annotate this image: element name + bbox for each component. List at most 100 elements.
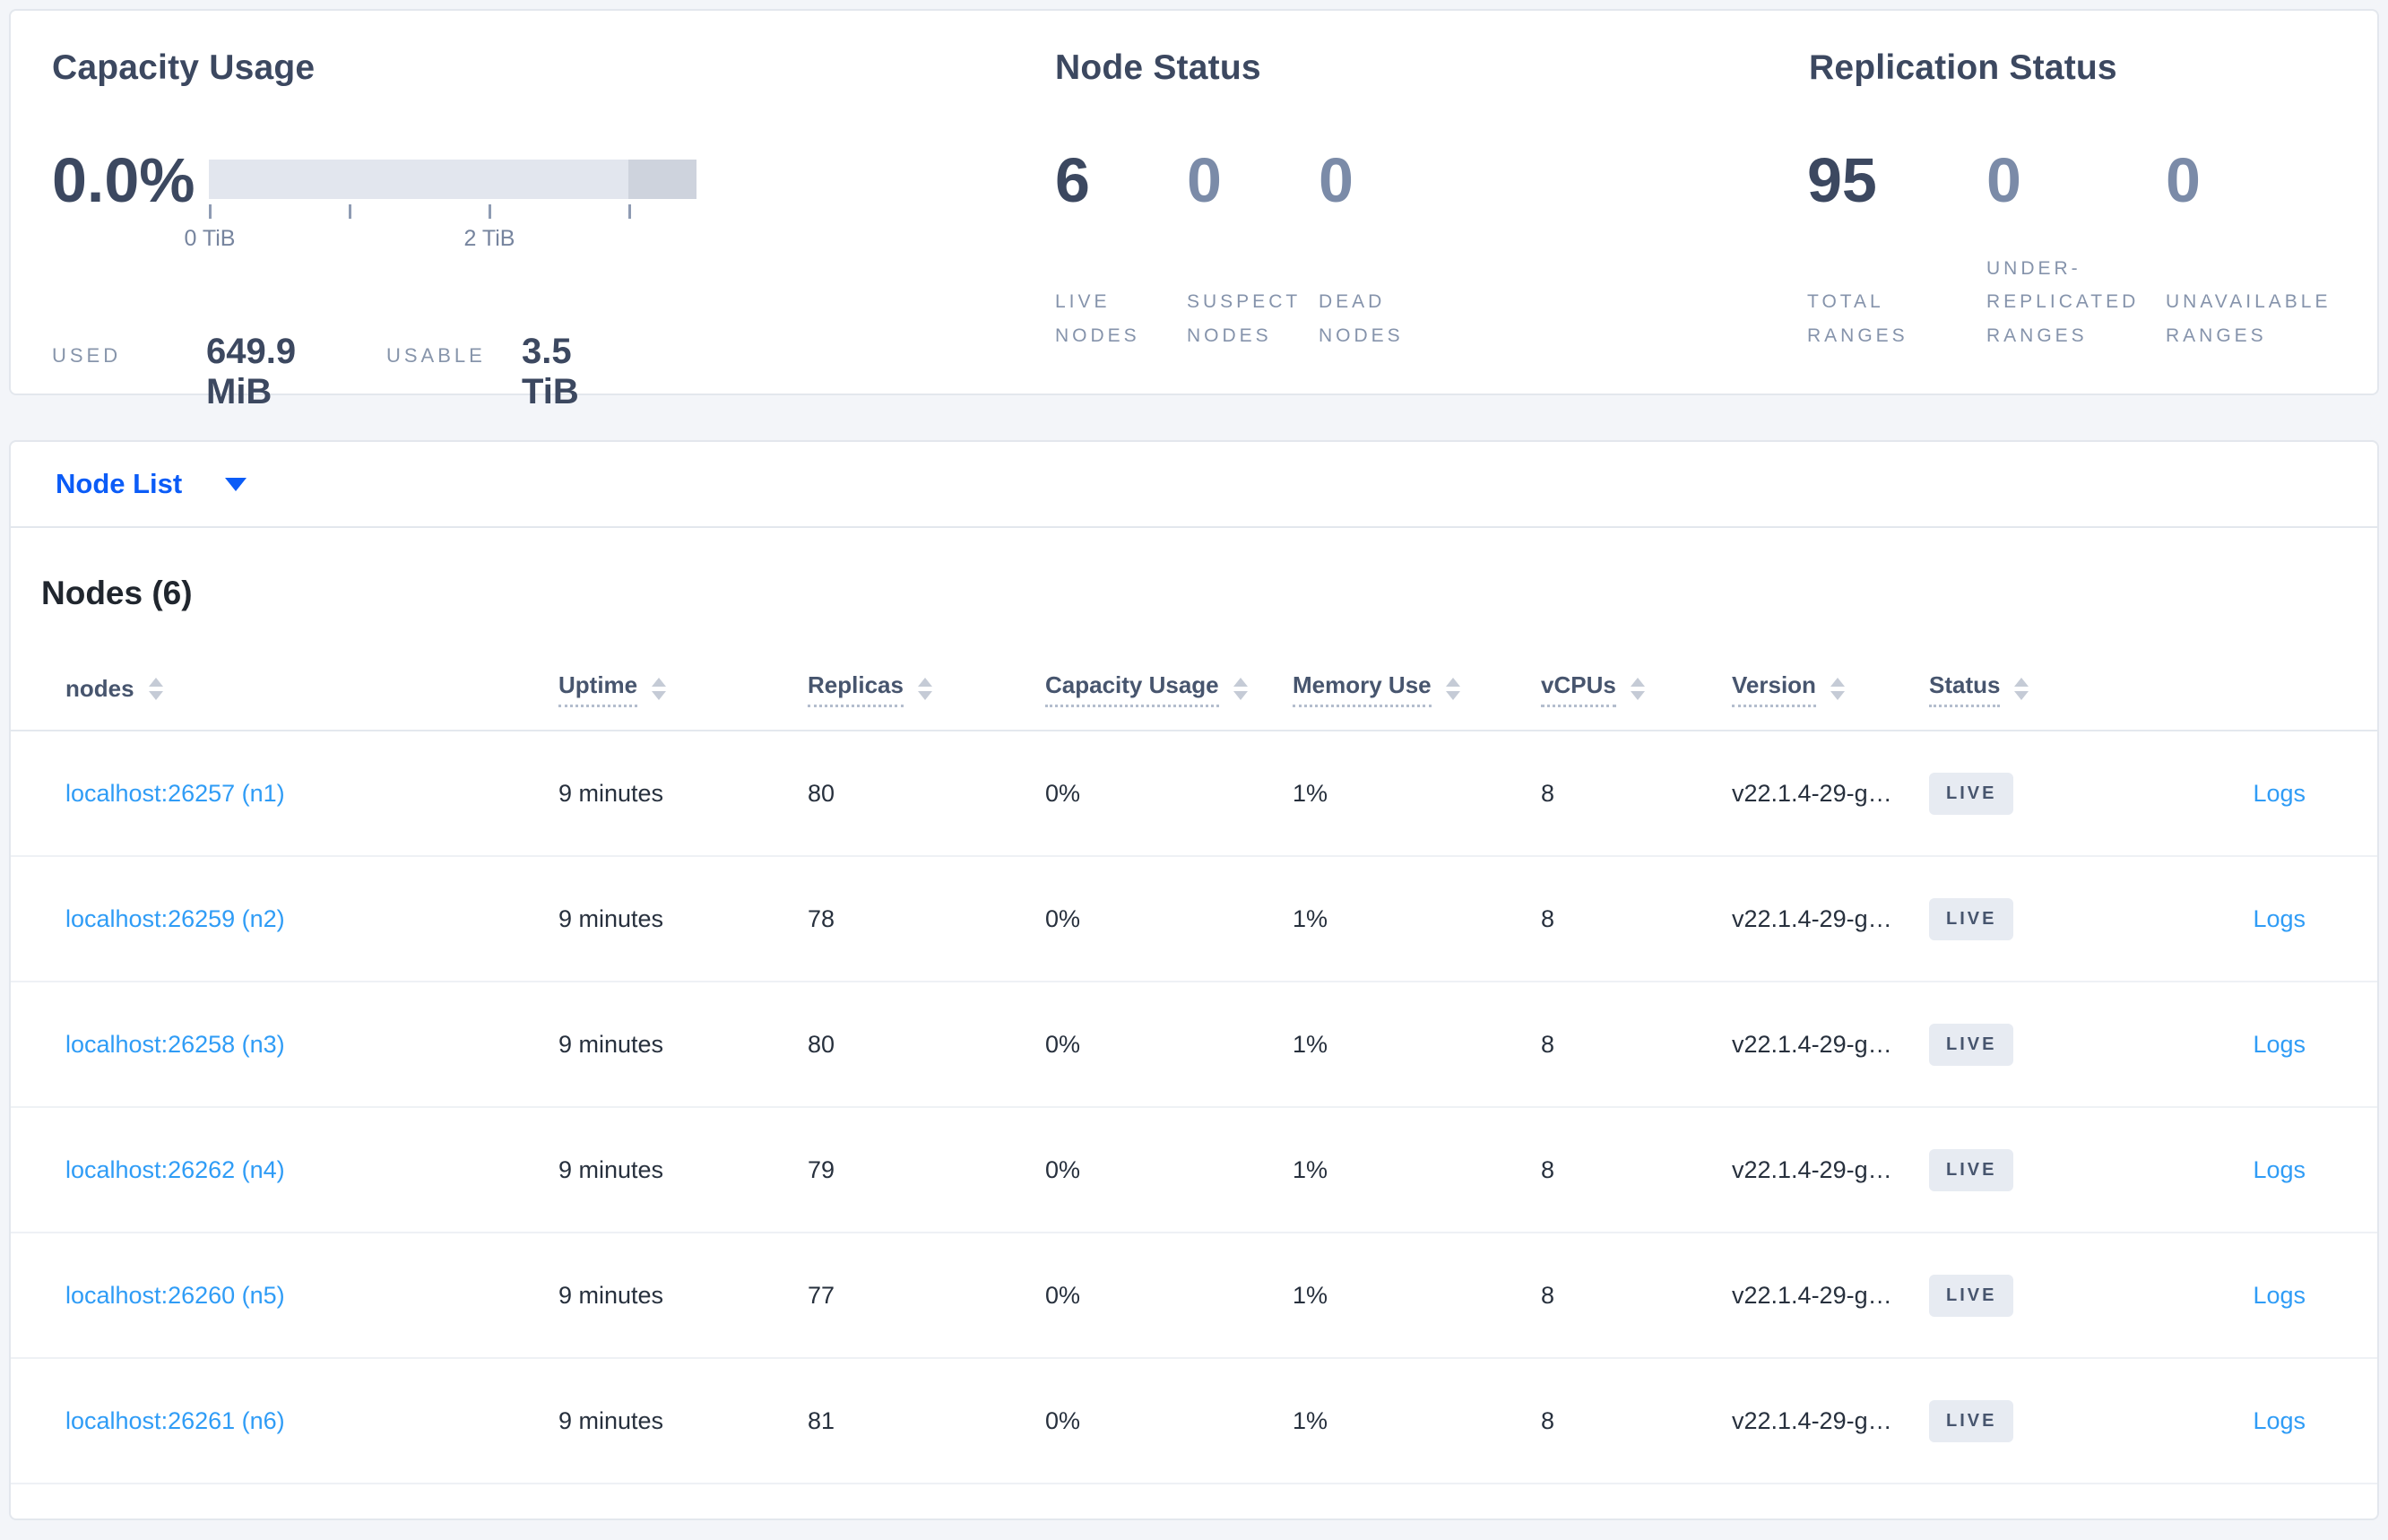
table-row: localhost:26260 (n5) 9 minutes 77 0% 1% … [11, 1233, 2377, 1359]
sort-icon [652, 678, 667, 700]
chevron-down-icon [225, 477, 247, 491]
column-header-capacity-usage[interactable]: Capacity Usage [1045, 648, 1293, 731]
capacity-bar [209, 160, 696, 199]
column-header-uptime[interactable]: Uptime [558, 648, 808, 731]
memory-cell: 1% [1293, 982, 1541, 1108]
logs-link[interactable]: Logs [2253, 780, 2306, 807]
memory-cell: 1% [1293, 1107, 1541, 1233]
table-row: localhost:26261 (n6) 9 minutes 81 0% 1% … [11, 1358, 2377, 1484]
dead-nodes-value: 0 [1319, 145, 1354, 215]
total-ranges-stat: 95 TOTAL RANGES [1807, 149, 1986, 353]
version-cell: v22.1.4-29-g… [1732, 731, 1929, 857]
under-replicated-ranges-stat: 0 UNDER-REPLICATED RANGES [1986, 149, 2166, 353]
unavailable-ranges-stat: 0 UNAVAILABLE RANGES [2166, 149, 2345, 353]
column-header-replicas[interactable]: Replicas [808, 648, 1045, 731]
column-header-version-label: Version [1732, 671, 1816, 707]
column-header-uptime-label: Uptime [558, 671, 638, 707]
replicas-cell: 78 [808, 856, 1045, 982]
node-link[interactable]: localhost:26258 (n3) [65, 1031, 285, 1058]
capacity-axis-label-0: 0 TiB [184, 226, 236, 251]
version-cell: v22.1.4-29-g… [1732, 1358, 1929, 1484]
sort-icon [1630, 678, 1645, 700]
replicas-cell: 81 [808, 1358, 1045, 1484]
column-header-vcpus[interactable]: vCPUs [1541, 648, 1732, 731]
capacity-cell: 0% [1045, 982, 1293, 1108]
uptime-cell: 9 minutes [558, 1233, 808, 1359]
sort-icon [2014, 678, 2029, 700]
dead-nodes-stat: 0 DEAD NODES [1319, 149, 1450, 353]
capacity-usage-title: Capacity Usage [52, 48, 316, 87]
column-header-memory-use[interactable]: Memory Use [1293, 648, 1541, 731]
sort-icon [148, 678, 163, 700]
capacity-cell: 0% [1045, 1107, 1293, 1233]
node-link[interactable]: localhost:26262 (n4) [65, 1156, 285, 1183]
memory-cell: 1% [1293, 1233, 1541, 1359]
vcpus-cell: 8 [1541, 731, 1732, 857]
node-link[interactable]: localhost:26257 (n1) [65, 780, 285, 807]
suspect-nodes-label: SUSPECT NODES [1187, 291, 1301, 347]
sort-icon [1830, 678, 1845, 700]
vcpus-cell: 8 [1541, 856, 1732, 982]
logs-link[interactable]: Logs [2253, 1282, 2306, 1309]
capacity-cell: 0% [1045, 1233, 1293, 1359]
logs-link[interactable]: Logs [2253, 1156, 2306, 1183]
uptime-cell: 9 minutes [558, 856, 808, 982]
node-link[interactable]: localhost:26261 (n6) [65, 1407, 285, 1434]
nodes-table-title: Nodes (6) [41, 575, 193, 611]
table-row: localhost:26262 (n4) 9 minutes 79 0% 1% … [11, 1107, 2377, 1233]
usable-label: USABLE [386, 344, 486, 367]
version-cell: v22.1.4-29-g… [1732, 982, 1929, 1108]
status-badge: LIVE [1929, 897, 2014, 940]
replicas-cell: 80 [808, 731, 1045, 857]
memory-cell: 1% [1293, 856, 1541, 982]
used-value: 649.9 MiB [206, 332, 297, 411]
capacity-cell: 0% [1045, 731, 1293, 857]
status-badge: LIVE [1929, 1148, 2014, 1191]
unavailable-ranges-value: 0 [2166, 145, 2201, 215]
column-header-logs [2180, 648, 2377, 731]
sort-icon [917, 678, 932, 700]
dead-nodes-label: DEAD NODES [1319, 291, 1404, 347]
uptime-cell: 9 minutes [558, 1107, 808, 1233]
capacity-used-percent: 0.0% [52, 145, 195, 215]
capacity-axis-tick [489, 204, 491, 219]
replication-status-stats: 95 TOTAL RANGES 0 UNDER-REPLICATED RANGE… [1807, 149, 2345, 353]
version-cell: v22.1.4-29-g… [1732, 1233, 1929, 1359]
version-cell: v22.1.4-29-g… [1732, 856, 1929, 982]
replicas-cell: 77 [808, 1233, 1045, 1359]
vcpus-cell: 8 [1541, 1358, 1732, 1484]
sort-icon [1445, 678, 1460, 700]
column-header-status-label: Status [1929, 671, 2001, 707]
replicas-cell: 80 [808, 982, 1045, 1108]
suspect-nodes-stat: 0 SUSPECT NODES [1187, 149, 1319, 353]
status-badge: LIVE [1929, 1023, 2014, 1066]
column-header-version[interactable]: Version [1732, 648, 1929, 731]
table-row: localhost:26259 (n2) 9 minutes 78 0% 1% … [11, 856, 2377, 982]
under-replicated-ranges-label: UNDER-REPLICATED RANGES [1986, 257, 2140, 347]
column-header-nodes[interactable]: nodes [11, 648, 558, 731]
capacity-axis-tick [209, 204, 212, 219]
view-selector-label[interactable]: Node List [56, 468, 182, 500]
vcpus-cell: 8 [1541, 1233, 1732, 1359]
live-nodes-stat: 6 LIVE NODES [1055, 149, 1187, 353]
node-link[interactable]: localhost:26260 (n5) [65, 1282, 285, 1309]
used-label: USED [52, 344, 122, 367]
column-header-vcpus-label: vCPUs [1541, 671, 1616, 707]
logs-link[interactable]: Logs [2253, 905, 2306, 932]
logs-link[interactable]: Logs [2253, 1031, 2306, 1058]
unavailable-ranges-label: UNAVAILABLE RANGES [2166, 291, 2332, 347]
cluster-summary-panel: Capacity Usage 0.0% 0 TiB 2 TiB USED 649… [9, 9, 2379, 411]
total-ranges-label: TOTAL RANGES [1807, 291, 1908, 347]
view-selector-dropdown[interactable]: Node List [9, 440, 2379, 526]
table-row: localhost:26257 (n1) 9 minutes 80 0% 1% … [11, 731, 2377, 857]
vcpus-cell: 8 [1541, 982, 1732, 1108]
column-header-capacity-usage-label: Capacity Usage [1045, 671, 1219, 707]
capacity-axis-tick [349, 204, 351, 219]
column-header-status[interactable]: Status [1929, 648, 2180, 731]
nodes-table-panel: Nodes (6) nodes Uptime Replicas Capacity… [9, 526, 2379, 1520]
logs-link[interactable]: Logs [2253, 1407, 2306, 1434]
nodes-table: nodes Uptime Replicas Capacity Usage Mem… [11, 648, 2377, 1484]
status-badge: LIVE [1929, 772, 2014, 815]
node-link[interactable]: localhost:26259 (n2) [65, 905, 285, 932]
capacity-axis-tick [628, 204, 631, 219]
